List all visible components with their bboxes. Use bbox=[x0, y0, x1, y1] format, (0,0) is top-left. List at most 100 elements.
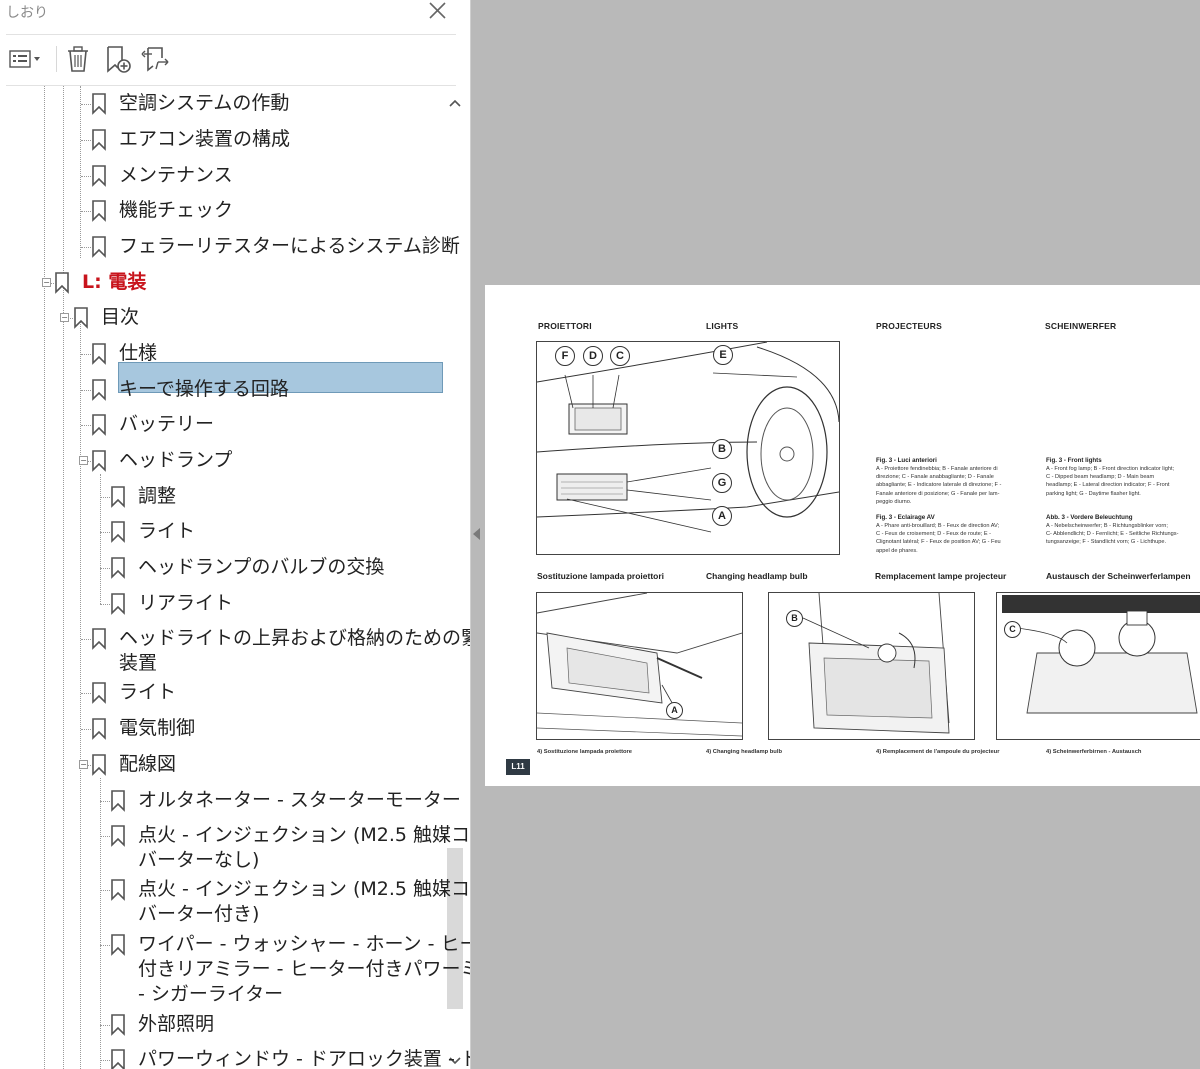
bookmark-item-line: ワイパー - ウォッシャー - ホーン - ヒーター bbox=[138, 933, 470, 955]
bookmark-item-label[interactable]: ライト bbox=[119, 680, 176, 705]
car-front-drawing bbox=[537, 342, 839, 533]
headlamp-rear-drawing bbox=[1002, 595, 1200, 714]
collapse-toggle-icon[interactable]: − bbox=[42, 278, 51, 287]
bookmark-icon bbox=[73, 307, 89, 329]
bookmark-icon bbox=[91, 165, 107, 187]
bookmark-item-line: L: 電装 bbox=[82, 271, 147, 293]
bookmark-item-line: 空調システムの作動 bbox=[119, 92, 290, 114]
bookmark-item-label[interactable]: 配線図 bbox=[119, 752, 176, 777]
bookmark-icon bbox=[91, 129, 107, 151]
callout-e: E bbox=[713, 345, 733, 365]
bookmark-icon bbox=[91, 343, 107, 365]
bookmark-icon bbox=[91, 450, 107, 472]
bookmark-item-label[interactable]: パワーウィンドウ - ドアロック装置 - ドーム bbox=[138, 1047, 470, 1069]
bookmark-item-label[interactable]: 外部照明 bbox=[138, 1012, 214, 1037]
close-icon[interactable] bbox=[424, 0, 450, 24]
find-bookmark-button[interactable] bbox=[138, 44, 174, 74]
bookmark-item-line: 電気制御 bbox=[119, 717, 196, 739]
tree-connector bbox=[100, 801, 110, 802]
callout-c-fig4: C bbox=[1004, 621, 1021, 638]
section-it: Sostituzione lampada proiettori bbox=[537, 571, 665, 581]
bookmark-item-label[interactable]: オルタネーター - スターターモーター bbox=[138, 788, 461, 813]
delete-button[interactable] bbox=[62, 44, 94, 74]
tree-connector bbox=[81, 390, 91, 391]
caption-fr-body: A - Phare anti-brouillard; B - Feux de d… bbox=[876, 523, 1001, 554]
bookmark-find-icon bbox=[141, 47, 169, 72]
bookmark-item-line: キーで操作する回路 bbox=[119, 378, 289, 400]
callout-a: A bbox=[712, 506, 732, 526]
bookmark-item-line: 点火 - インジェクション (M2.5 触媒コン bbox=[138, 824, 471, 846]
bookmark-item-label[interactable]: リアライト bbox=[138, 591, 233, 616]
header-de: SCHEINWERFER bbox=[1045, 321, 1117, 331]
bookmark-item-line: ライト bbox=[119, 681, 177, 703]
caption-de-body: A - Nebelscheinwerfer; B - Richtungsblin… bbox=[1046, 523, 1179, 546]
tree-line bbox=[100, 474, 101, 604]
bookmark-item-label[interactable]: L: 電装 bbox=[82, 270, 146, 295]
headlamp-open-drawing bbox=[537, 593, 742, 737]
bookmark-icon bbox=[110, 557, 126, 579]
toolbar-divider bbox=[56, 46, 57, 72]
bookmark-item-label[interactable]: ヘッドライトの上昇および格納のための緊急 装置 bbox=[119, 626, 471, 676]
collapse-toggle-icon[interactable]: − bbox=[79, 456, 88, 465]
bookmark-icon bbox=[110, 593, 126, 615]
bookmark-icon bbox=[91, 682, 107, 704]
collapse-toggle-icon[interactable]: − bbox=[79, 760, 88, 769]
bookmark-item-label[interactable]: バッテリー bbox=[119, 412, 214, 437]
scroll-up-icon[interactable] bbox=[446, 92, 464, 114]
bookmark-item-label[interactable]: 点火 - インジェクション (M2.5 触媒コン バーター付き) bbox=[138, 877, 470, 927]
bookmark-item-label[interactable]: エアコン装置の構成 bbox=[119, 127, 290, 152]
bookmark-item-label[interactable]: 機能チェック bbox=[119, 198, 233, 223]
options-button[interactable] bbox=[6, 44, 44, 74]
bookmark-item-line: ヘッドライトの上昇および格納のための緊急 bbox=[119, 627, 471, 649]
section-de: Austausch der Scheinwerferlampen bbox=[1046, 571, 1191, 581]
figure-bulb-replace: C bbox=[996, 592, 1200, 740]
bookmark-icon bbox=[91, 379, 107, 401]
bookmark-item-line: フェラーリテスターによるシステム診断 bbox=[119, 235, 460, 257]
bookmark-item-line: 装置 bbox=[119, 652, 158, 674]
new-bookmark-button[interactable] bbox=[100, 44, 136, 74]
bookmark-icon bbox=[110, 879, 126, 901]
bookmark-item-line: 目次 bbox=[101, 306, 140, 328]
caption-en-title: Fig. 3 - Front lights bbox=[1046, 457, 1102, 464]
tree-connector bbox=[100, 890, 110, 891]
bookmark-item-label[interactable]: 調整 bbox=[138, 484, 176, 509]
caption-de-title: Abb. 3 - Vordere Beleuchtung bbox=[1046, 514, 1133, 521]
tree-connector bbox=[81, 104, 91, 105]
document-page: PROIETTORI LIGHTS PROJECTEURS SCHEINWERF… bbox=[485, 285, 1200, 786]
bookmark-item-label[interactable]: 仕様 bbox=[119, 341, 157, 366]
bookmark-item-label[interactable]: 空調システムの作動 bbox=[119, 91, 289, 116]
bookmark-item-label[interactable]: 点火 - インジェクション (M2.5 触媒コン バーターなし) bbox=[138, 823, 471, 873]
bookmark-icon bbox=[91, 628, 107, 650]
bookmark-item-label[interactable]: 目次 bbox=[101, 305, 139, 330]
bookmark-icon bbox=[91, 754, 107, 776]
tree-connector bbox=[81, 140, 91, 141]
bookmark-item-label[interactable]: ワイパー - ウォッシャー - ホーン - ヒーター付きリアミラー - ヒーター… bbox=[138, 932, 470, 1007]
footer-en: 4) Changing headlamp bulb bbox=[706, 749, 783, 755]
caption-it-body: A - Proiettore fendinebbia; B - Fanale a… bbox=[876, 466, 1002, 505]
bookmark-item-line: 配線図 bbox=[119, 753, 177, 775]
bookmark-item-label[interactable]: ライト bbox=[138, 519, 195, 544]
caption-en-body: A - Front fog lamp; B - Front direction … bbox=[1046, 466, 1175, 497]
bookmark-item-label[interactable]: ヘッドランプのバルブの交換 bbox=[138, 555, 384, 580]
bookmark-item-label[interactable]: キーで操作する回路 bbox=[119, 377, 289, 402]
tree-connector bbox=[81, 211, 91, 212]
bookmark-item-label[interactable]: フェラーリテスターによるシステム診断 bbox=[119, 234, 460, 259]
tree-connector bbox=[100, 568, 110, 569]
bookmark-item-line: ヘッドランプ bbox=[119, 449, 233, 471]
callout-a-fig2: A bbox=[666, 702, 683, 719]
tree-line bbox=[44, 86, 45, 1069]
bookmark-item-label[interactable]: ヘッドランプ bbox=[119, 448, 232, 473]
header-en: LIGHTS bbox=[706, 321, 739, 331]
bookmark-icon bbox=[91, 718, 107, 740]
bookmark-item-line: メンテナンス bbox=[119, 164, 233, 186]
bookmark-icon bbox=[110, 825, 126, 847]
collapse-toggle-icon[interactable]: − bbox=[60, 313, 69, 322]
figure-front-lights: F D C E B G A bbox=[536, 341, 840, 555]
tree-connector bbox=[81, 693, 91, 694]
bookmark-item-label[interactable]: 電気制御 bbox=[119, 716, 195, 741]
trash-icon bbox=[68, 46, 88, 72]
collapse-panel-icon[interactable] bbox=[473, 528, 480, 540]
bookmark-item-label[interactable]: メンテナンス bbox=[119, 163, 233, 188]
bookmark-item-line: 機能チェック bbox=[119, 199, 234, 221]
section-fr: Remplacement lampe projecteur bbox=[875, 571, 1007, 581]
